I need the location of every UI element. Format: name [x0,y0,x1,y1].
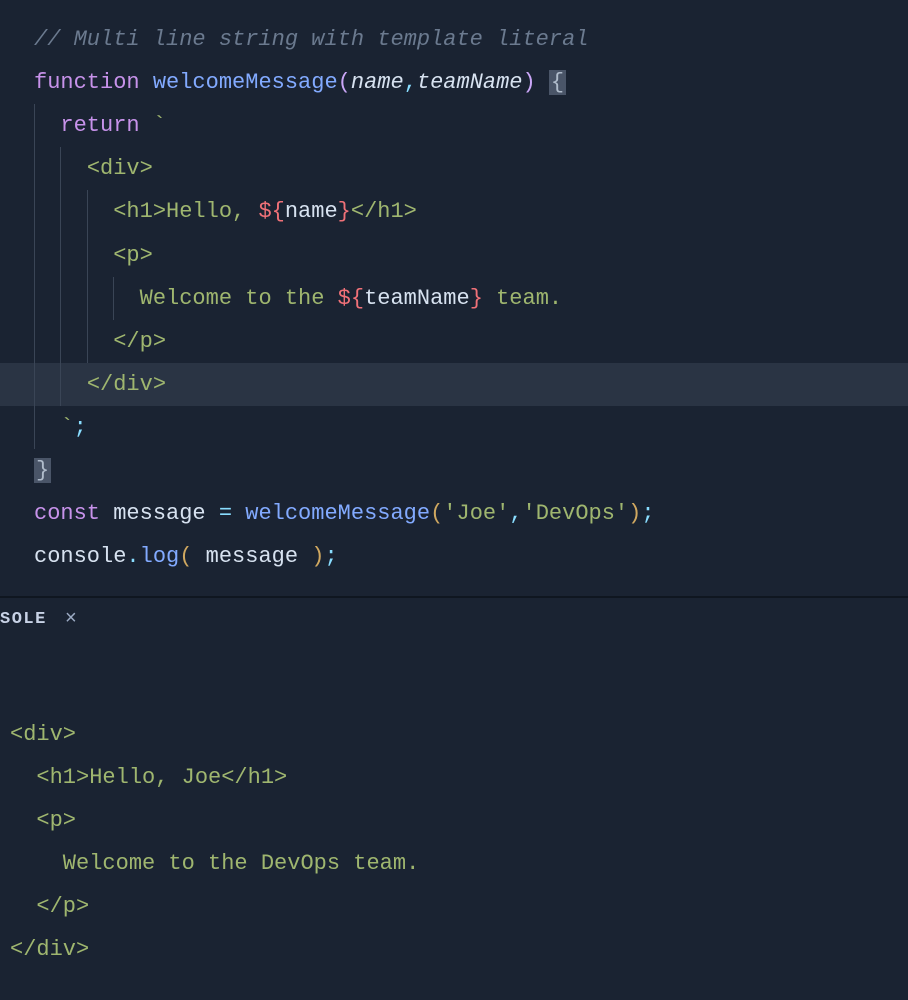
code-line: <p> [34,234,908,277]
template-text: <p> [113,243,153,268]
paren-open: ( [430,501,443,526]
indent-guide [34,320,35,363]
paren-close: ) [628,501,641,526]
template-text: </h1> [351,199,417,224]
paren-close: ) [523,70,536,95]
function-name: welcomeMessage [153,70,338,95]
interp-var: name [285,199,338,224]
close-icon[interactable]: × [65,608,77,631]
code-line: </p> [34,320,908,363]
param-name: name [351,70,404,95]
indent-guide [60,363,61,406]
code-line: function welcomeMessage(name,teamName) { [34,61,908,104]
function-call: welcomeMessage [245,501,430,526]
string-arg: 'Joe' [443,501,509,526]
indent-guide [87,320,88,363]
code-line: <h1>Hello, ${name}</h1> [34,190,908,233]
indent-guide [87,190,88,233]
var-message: message [113,501,205,526]
equals-op: = [219,501,232,526]
paren-open: ( [179,544,192,569]
brace-open: { [549,70,566,95]
paren-open: ( [338,70,351,95]
indent-guide [87,277,88,320]
semicolon: ; [641,501,654,526]
string-arg: 'DevOps' [523,501,629,526]
code-line: } [34,449,908,492]
code-line-highlighted: </div> [0,363,908,406]
console-tab[interactable]: SOLE [0,610,47,629]
template-text: team. [483,286,562,311]
code-line: return ` [34,104,908,147]
indent-guide [60,277,61,320]
code-line: <div> [34,147,908,190]
console-panel: SOLE × <div> <h1>Hello, Joe</h1> <p> Wel… [0,596,908,971]
code-editor[interactable]: // Multi line string with template liter… [0,0,908,596]
indent-guide [87,234,88,277]
console-output: <div> <h1>Hello, Joe</h1> <p> Welcome to… [0,641,908,971]
console-tabbar: SOLE × [0,598,908,641]
interp-open: ${ [258,199,284,224]
indent-guide [34,190,35,233]
template-text: Welcome to the [140,286,338,311]
code-line: const message = welcomeMessage('Joe','De… [34,492,908,535]
keyword-function: function [34,70,140,95]
comma: , [404,70,417,95]
interp-close: } [338,199,351,224]
semicolon: ; [74,415,87,440]
template-text: <h1> [113,199,166,224]
indent-guide [34,147,35,190]
paren-close: ) [311,544,324,569]
code-line: console.log( message ); [34,535,908,578]
indent-guide [34,104,35,147]
template-text: <div> [87,156,153,181]
indent-guide [60,320,61,363]
dot: . [126,544,139,569]
code-line: // Multi line string with template liter… [34,18,908,61]
backtick: ` [153,113,166,138]
semicolon: ; [324,544,337,569]
interp-open: ${ [338,286,364,311]
comma: , [509,501,522,526]
indent-guide [60,190,61,233]
console-object: console [34,544,126,569]
param-teamname: teamName [417,70,523,95]
log-method: log [140,544,180,569]
backtick: ` [60,415,73,440]
comment-text: // Multi line string with template liter… [34,27,589,52]
indent-guide [34,363,35,406]
brace-close: } [34,458,51,483]
indent-guide [34,277,35,320]
keyword-const: const [34,501,100,526]
code-line: `; [34,406,908,449]
template-text: </div> [87,372,166,397]
template-text: Hello, [166,199,258,224]
interp-var: teamName [364,286,470,311]
indent-guide [34,234,35,277]
var-arg: message [206,544,298,569]
code-line: Welcome to the ${teamName} team. [34,277,908,320]
interp-close: } [470,286,483,311]
indent-guide [60,147,61,190]
template-text: </p> [113,329,166,354]
indent-guide [113,277,114,320]
indent-guide [34,406,35,449]
keyword-return: return [60,113,139,138]
indent-guide [60,234,61,277]
